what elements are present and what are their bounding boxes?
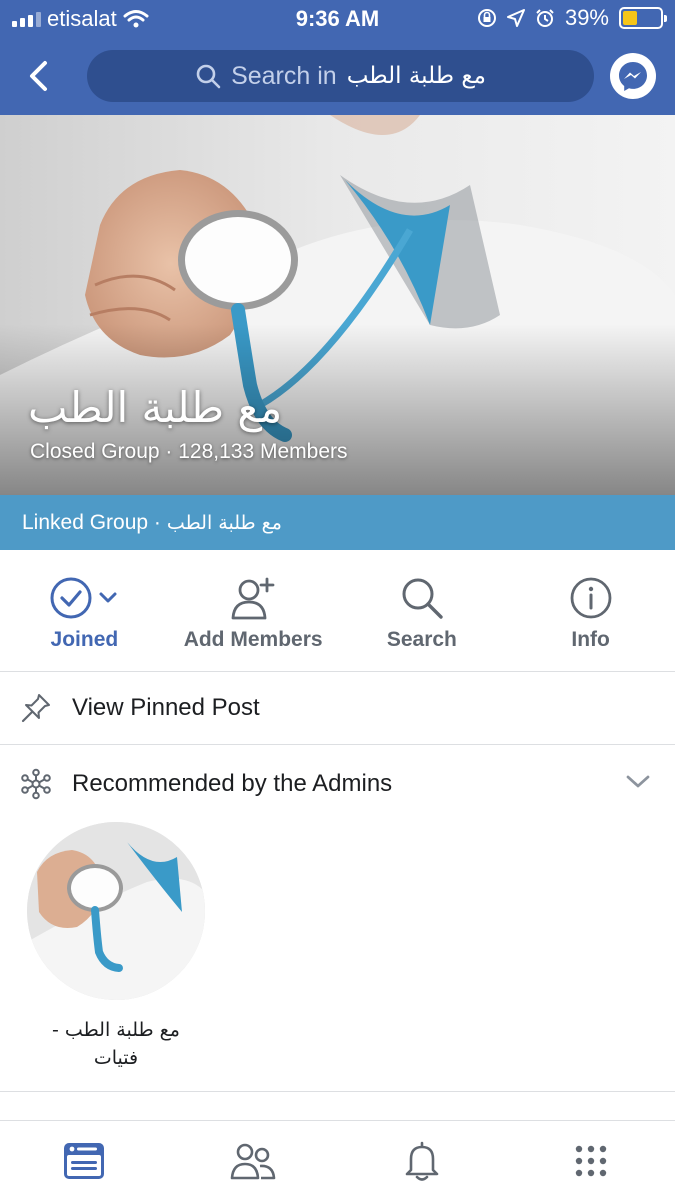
battery-fill xyxy=(623,11,638,25)
status-bar: etisalat 9:36 AM 39% xyxy=(0,0,675,38)
add-members-label: Add Members xyxy=(183,628,323,651)
chevron-left-icon xyxy=(30,61,47,91)
alarm-icon xyxy=(536,9,554,27)
linked-group-name: مع طلبة الطب xyxy=(166,511,282,534)
add-person-icon xyxy=(231,577,275,620)
battery-icon xyxy=(619,7,667,29)
tab-groups[interactable] xyxy=(169,1121,338,1200)
tab-notifications[interactable] xyxy=(338,1121,507,1200)
add-members-button[interactable]: Add Members xyxy=(169,550,338,671)
pin-icon xyxy=(21,694,50,723)
status-right: 39% xyxy=(477,5,667,31)
search-label: Search xyxy=(386,628,457,651)
bell-icon xyxy=(405,1141,439,1181)
news-feed-icon xyxy=(64,1142,105,1179)
recommended-label: Recommended by the Admins xyxy=(72,770,393,797)
messenger-icon xyxy=(619,62,647,91)
view-pinned-post-row[interactable]: View Pinned Post xyxy=(0,672,675,745)
recommended-group-name: مع طلبة الطب - فتيات xyxy=(27,1016,205,1072)
bottom-tab-bar xyxy=(0,1120,675,1200)
check-circle-icon xyxy=(50,577,92,619)
recommended-by-admins-row[interactable]: Recommended by the Admins xyxy=(0,745,675,823)
chevron-down-icon xyxy=(99,592,117,603)
section-divider xyxy=(0,1091,675,1092)
search-placeholder: Search in xyxy=(231,61,337,90)
joined-label: Joined xyxy=(50,628,119,651)
back-button[interactable] xyxy=(18,54,58,98)
linked-group-bar[interactable]: Linked Group · مع طلبة الطب xyxy=(0,495,675,550)
group-name: مع طلبة الطب xyxy=(28,383,283,432)
recommended-group-thumbnail xyxy=(27,822,205,1000)
search-button[interactable]: Search xyxy=(338,550,507,671)
group-action-row: Joined Add Members Search Info xyxy=(0,550,675,672)
battery-percent: 39% xyxy=(564,5,609,30)
info-label: Info xyxy=(571,628,610,651)
tab-news-feed[interactable] xyxy=(0,1121,169,1200)
network-icon xyxy=(21,768,51,800)
info-icon xyxy=(570,577,612,619)
messenger-button[interactable] xyxy=(610,53,656,99)
cover-image xyxy=(0,115,675,495)
tab-menu[interactable] xyxy=(506,1121,675,1200)
recommended-group-card[interactable]: مع طلبة الطب - فتيات xyxy=(27,822,205,1072)
info-button[interactable]: Info xyxy=(506,550,675,671)
search-icon xyxy=(196,64,221,89)
rotation-lock-icon xyxy=(477,9,496,27)
recommended-group-name-line1: مع طلبة الطب - xyxy=(52,1019,180,1041)
recommended-group-name-line2: فتيات xyxy=(93,1047,139,1069)
joined-button[interactable]: Joined xyxy=(0,550,169,671)
location-icon xyxy=(506,9,525,27)
search-group-name: مع طلبة الطب xyxy=(346,63,486,89)
grid-menu-icon xyxy=(575,1145,606,1176)
search-icon xyxy=(402,578,443,619)
group-meta: Closed Group · 128,133 Members xyxy=(30,440,348,463)
linked-group-prefix: Linked Group · xyxy=(22,510,161,534)
group-search-input[interactable]: Search in مع طلبة الطب xyxy=(87,50,594,102)
group-cover-photo[interactable]: مع طلبة الطب Closed Group · 128,133 Memb… xyxy=(0,115,675,495)
navigation-bar: Search in مع طلبة الطب xyxy=(0,38,675,115)
pinned-post-label: View Pinned Post xyxy=(72,694,260,721)
people-icon xyxy=(230,1143,276,1179)
group-thumbnail-image xyxy=(27,822,205,1000)
chevron-down-icon[interactable] xyxy=(625,773,651,791)
